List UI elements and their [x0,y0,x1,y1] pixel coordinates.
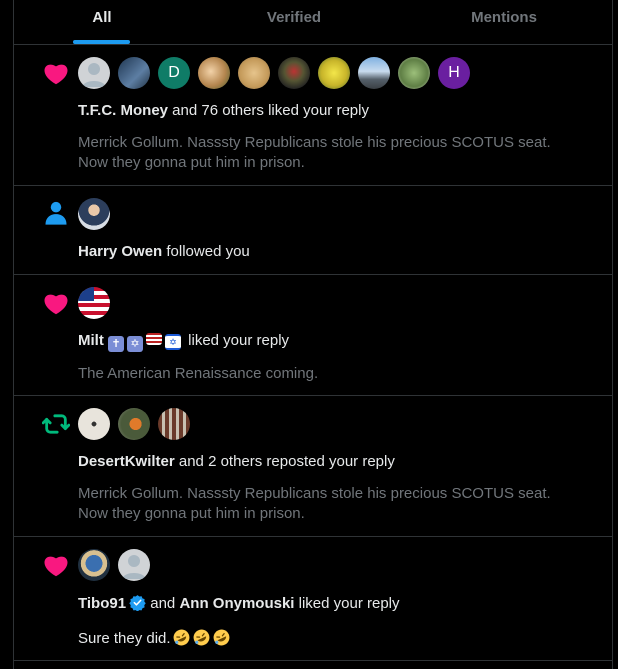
heart-icon [44,64,68,85]
avatar[interactable] [318,57,350,89]
avatar[interactable] [118,408,150,440]
avatar[interactable] [78,408,110,440]
flag-avatar[interactable] [78,287,110,319]
rofl-emoji [213,629,229,646]
actor-name[interactable]: T.F.C. Money [78,102,168,119]
avatar[interactable] [158,408,190,440]
tab-verified[interactable]: Verified [244,0,344,44]
avatar[interactable] [118,57,150,89]
reply-snippet: The American Renaissance coming. [78,365,319,382]
actor-name[interactable]: Harry Owen [78,243,162,260]
israel-flag-emoji: ✡ [165,334,181,350]
star-of-david-emoji: ✡ [127,336,143,352]
avatar[interactable]: D [158,57,190,89]
actor-name[interactable]: Ann Onymouski [179,595,294,612]
default-avatar[interactable] [118,549,150,581]
heart-icon [44,556,68,577]
notification-repost[interactable]: DesertKwilter and 2 others reposted your… [14,396,612,537]
avatar[interactable] [78,198,110,230]
heart-icon [44,294,68,315]
notification-text: Tibo91 and Ann Onymouski liked your repl… [78,595,400,612]
avatar[interactable] [278,57,310,89]
avatar[interactable] [78,549,110,581]
actor-name[interactable]: Milt [78,332,104,349]
verified-badge-icon [129,595,146,611]
reply-snippet: Sure they did. [78,628,578,649]
notification-like[interactable]: Milt ✝ ✡ ✡ liked your reply The American R… [14,275,612,396]
active-tab-indicator [73,40,130,44]
tab-all[interactable]: All [62,0,142,44]
us-flag-emoji [146,333,162,345]
avatar[interactable] [398,57,430,89]
rofl-emoji [173,629,189,646]
repost-icon [42,414,70,434]
actor-name[interactable]: Tibo91 [78,595,126,612]
notification-like[interactable]: Tibo91 and Ann Onymouski liked your repl… [14,537,612,661]
actor-name[interactable]: DesertKwilter [78,453,175,470]
notifications-timeline: All Verified Mentions D H T.F.C. Money a… [13,0,613,669]
reply-snippet: Merrick Gollum. Nasssty Republicans stol… [78,485,551,522]
notification-text: T.F.C. Money and 76 others liked your re… [78,102,369,119]
notification-text: DesertKwilter and 2 others reposted your… [78,453,395,470]
notification-tabs: All Verified Mentions [14,0,612,45]
notification-like[interactable]: D H T.F.C. Money and 76 others liked you… [14,45,612,186]
tab-mentions[interactable]: Mentions [454,0,554,44]
cross-emoji: ✝ [108,336,124,352]
avatar[interactable]: H [438,57,470,89]
avatar[interactable] [238,57,270,89]
reply-snippet: Merrick Gollum. Nasssty Republicans stol… [78,134,551,171]
default-avatar[interactable] [78,57,110,89]
notification-follow[interactable]: Harry Owen followed you [14,186,612,275]
avatar[interactable] [358,57,390,89]
notification-text: Milt ✝ ✡ ✡ liked your reply [78,332,290,352]
avatar[interactable] [198,57,230,89]
notification-text: Harry Owen followed you [78,243,250,260]
person-icon [45,201,67,225]
rofl-emoji [193,629,209,646]
